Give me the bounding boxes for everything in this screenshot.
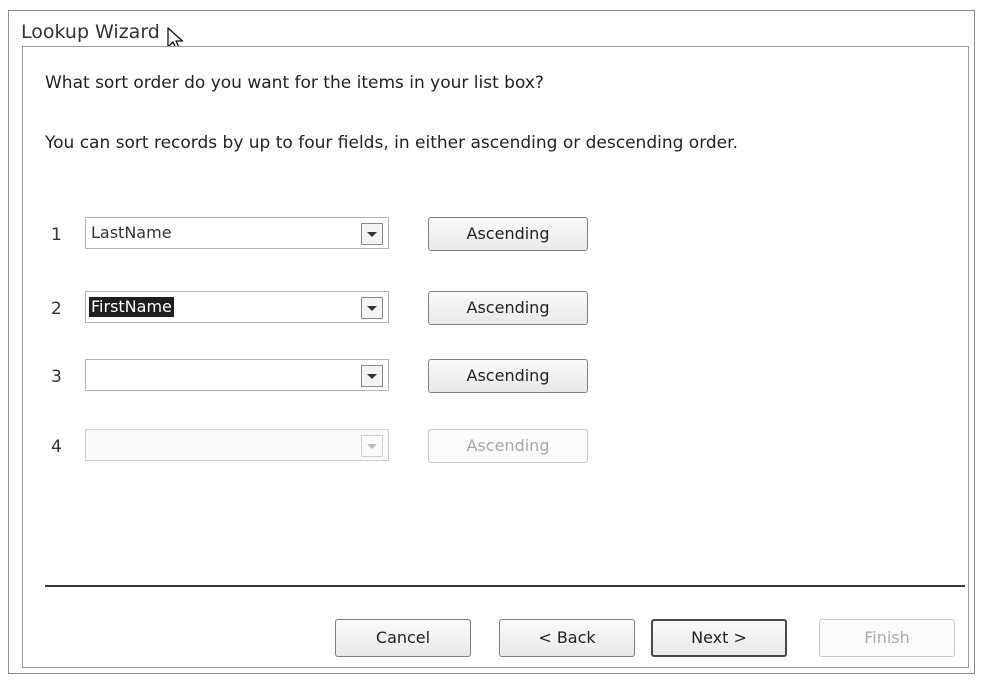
sort-row-number: 2 xyxy=(51,299,62,319)
lookup-wizard-dialog: Lookup Wizard What sort order do you wan… xyxy=(8,10,975,674)
back-button[interactable]: < Back xyxy=(499,619,635,657)
sort-order-button-1[interactable]: Ascending xyxy=(428,217,588,251)
chevron-down-icon xyxy=(367,306,377,311)
chevron-down-icon xyxy=(367,374,377,379)
sort-order-button-3[interactable]: Ascending xyxy=(428,359,588,393)
sort-row-number: 4 xyxy=(51,437,62,457)
sort-field-combo-3[interactable] xyxy=(85,359,389,391)
sort-row-number: 3 xyxy=(51,367,62,387)
chevron-down-icon xyxy=(367,444,377,449)
next-button[interactable]: Next > xyxy=(651,619,787,657)
dropdown-button xyxy=(361,435,383,457)
sort-row-3: 3 Ascending xyxy=(23,359,968,399)
dropdown-button[interactable] xyxy=(361,223,383,245)
footer-divider xyxy=(45,585,965,587)
dropdown-button[interactable] xyxy=(361,365,383,387)
title-bar: Lookup Wizard xyxy=(9,11,974,45)
finish-button: Finish xyxy=(819,619,955,657)
sort-field-value: LastName xyxy=(91,223,172,242)
window-title: Lookup Wizard xyxy=(21,21,160,43)
sort-field-combo-4 xyxy=(85,429,389,461)
sort-order-button-4: Ascending xyxy=(428,429,588,463)
sort-order-button-2[interactable]: Ascending xyxy=(428,291,588,325)
chevron-down-icon xyxy=(367,232,377,237)
cancel-button[interactable]: Cancel xyxy=(335,619,471,657)
sort-row-4: 4 Ascending xyxy=(23,429,968,469)
sort-field-value: FirstName xyxy=(89,297,174,317)
sort-field-combo-1[interactable]: LastName xyxy=(85,217,389,249)
sort-row-number: 1 xyxy=(51,225,62,245)
instruction-text: You can sort records by up to four field… xyxy=(45,133,738,153)
question-text: What sort order do you want for the item… xyxy=(45,73,544,93)
sort-field-combo-2[interactable]: FirstName xyxy=(85,291,389,323)
dropdown-button[interactable] xyxy=(361,297,383,319)
sort-row-1: 1 LastName Ascending xyxy=(23,217,968,257)
sort-row-2: 2 FirstName Ascending xyxy=(23,291,968,331)
wizard-body: What sort order do you want for the item… xyxy=(22,46,969,668)
